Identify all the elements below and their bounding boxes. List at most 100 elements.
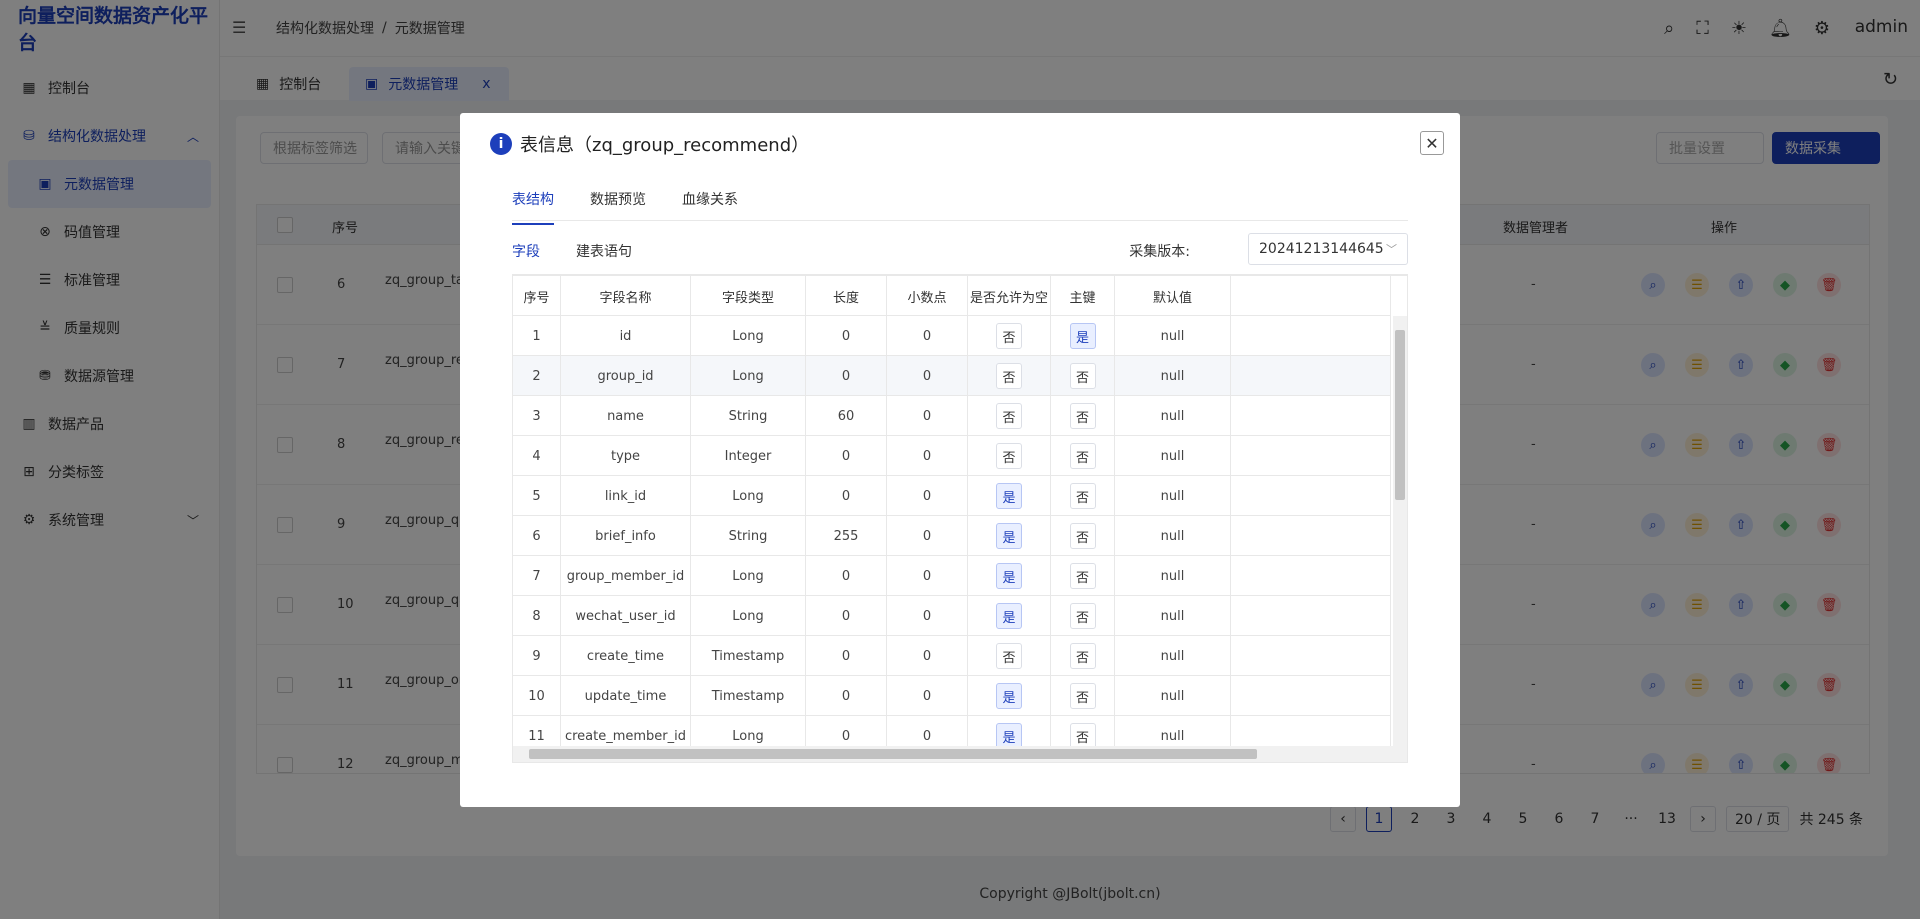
cell-decimal: 0 (887, 316, 968, 356)
cell-primary-key: 否 (1051, 636, 1115, 676)
cell-primary-key: 否 (1051, 556, 1115, 596)
cell-primary-key: 否 (1051, 476, 1115, 516)
cell-field-name: link_id (561, 476, 691, 516)
cell-field-type: String (691, 516, 806, 556)
nullable-badge: 否 (996, 643, 1022, 669)
cell-nullable: 是 (968, 556, 1051, 596)
table-row: 6 brief_info String 255 0 是 否 null (513, 516, 1391, 556)
cell-primary-key: 否 (1051, 396, 1115, 436)
cell-default: null (1115, 356, 1231, 396)
cell-primary-key: 否 (1051, 516, 1115, 556)
cell-field-name: wechat_user_id (561, 596, 691, 636)
column-header: 长度 (806, 276, 887, 316)
cell-field-type: Long (691, 596, 806, 636)
cell-field-type: String (691, 396, 806, 436)
subtab-ddl[interactable]: 建表语句 (576, 241, 632, 261)
cell-field-type: Timestamp (691, 676, 806, 716)
primary-key-badge: 否 (1069, 483, 1096, 509)
cell-decimal: 0 (887, 436, 968, 476)
primary-key-badge: 否 (1069, 643, 1096, 669)
tab-preview[interactable]: 数据预览 (590, 189, 646, 209)
cell-index: 5 (513, 476, 561, 516)
cell-field-type: Long (691, 556, 806, 596)
nullable-badge: 否 (996, 323, 1022, 349)
dialog-title-text: 表信息（zq_group_recommend） (520, 135, 810, 156)
tab-lineage[interactable]: 血缘关系 (682, 189, 738, 209)
cell-primary-key: 否 (1051, 436, 1115, 476)
cell-length: 0 (806, 356, 887, 396)
nullable-badge: 是 (996, 603, 1022, 629)
column-header: 字段名称 (561, 276, 691, 316)
primary-key-badge: 否 (1069, 563, 1096, 589)
primary-key-badge: 否 (1069, 683, 1096, 709)
cell-decimal: 0 (887, 516, 968, 556)
table-row: 1 id Long 0 0 否是 null (513, 316, 1391, 356)
dialog-title: i 表信息（zq_group_recommend） (490, 131, 809, 157)
chevron-down-icon: ﹀ (1386, 243, 1397, 256)
cell-index: 2 (513, 356, 561, 396)
dialog-tabs: 表结构 数据预览 血缘关系 (512, 175, 1408, 225)
cell-length: 0 (806, 476, 887, 516)
primary-key-badge: 否 (1069, 403, 1096, 429)
table-info-dialog: i 表信息（zq_group_recommend） ✕ 表结构 数据预览 血缘关系… (460, 113, 1460, 807)
horizontal-scrollbar[interactable] (513, 746, 1407, 762)
cell-field-name: group_id (561, 356, 691, 396)
column-header: 字段类型 (691, 276, 806, 316)
nullable-badge: 是 (996, 523, 1022, 549)
cell-length: 0 (806, 316, 887, 356)
cell-field-name: create_time (561, 636, 691, 676)
cell-default: null (1115, 676, 1231, 716)
cell-primary-key: 否 (1051, 356, 1115, 396)
table-row: 8 wechat_user_id Long 0 0 是否 null (513, 596, 1391, 636)
tab-structure[interactable]: 表结构 (512, 189, 554, 225)
cell-length: 0 (806, 556, 887, 596)
close-icon[interactable]: ✕ (1420, 131, 1444, 155)
cell-index: 4 (513, 436, 561, 476)
column-header: 序号 (513, 276, 561, 316)
cell-index: 9 (513, 636, 561, 676)
cell-decimal: 0 (887, 476, 968, 516)
cell-nullable: 是 (968, 476, 1051, 516)
vertical-scrollbar[interactable] (1393, 316, 1407, 748)
version-select[interactable]: 20241213144645 ﹀ (1248, 233, 1408, 265)
cell-index: 6 (513, 516, 561, 556)
table-row: 5 link_id Long 0 0 是否 null (513, 476, 1391, 516)
field-table-header: 序号 字段名称 字段类型 长度 小数点 是否允许为空 主键 默认值 (513, 276, 1391, 316)
cell-primary-key: 否 (1051, 596, 1115, 636)
version-value: 20241213144645 (1259, 241, 1384, 257)
table-row: 10 update_time Timestamp 0 0 是否 null (513, 676, 1391, 716)
cell-nullable: 否 (968, 636, 1051, 676)
cell-empty (1231, 556, 1391, 596)
column-header (1231, 276, 1391, 316)
cell-empty (1231, 396, 1391, 436)
cell-empty (1231, 676, 1391, 716)
cell-decimal: 0 (887, 356, 968, 396)
cell-default: null (1115, 556, 1231, 596)
table-row: 9 create_time Timestamp 0 0 否否 null (513, 636, 1391, 676)
primary-key-badge: 否 (1069, 603, 1096, 629)
cell-length: 60 (806, 396, 887, 436)
subtab-fields[interactable]: 字段 (512, 241, 540, 277)
scroll-thumb[interactable] (1395, 330, 1405, 500)
cell-empty (1231, 516, 1391, 556)
cell-decimal: 0 (887, 596, 968, 636)
table-row: 7 group_member_id Long 0 0 是否 null (513, 556, 1391, 596)
cell-length: 0 (806, 676, 887, 716)
cell-default: null (1115, 436, 1231, 476)
cell-nullable: 否 (968, 396, 1051, 436)
cell-nullable: 是 (968, 676, 1051, 716)
nullable-badge: 否 (996, 363, 1022, 389)
nullable-badge: 是 (996, 683, 1022, 709)
cell-default: null (1115, 316, 1231, 356)
primary-key-badge: 否 (1069, 523, 1096, 549)
nullable-badge: 是 (996, 563, 1022, 589)
scroll-thumb[interactable] (529, 749, 1257, 759)
cell-empty (1231, 636, 1391, 676)
cell-nullable: 是 (968, 516, 1051, 556)
table-row: 4 type Integer 0 0 否否 null (513, 436, 1391, 476)
field-table: 序号 字段名称 字段类型 长度 小数点 是否允许为空 主键 默认值 1 id Long 0 0 否是 nu… (512, 275, 1408, 763)
column-header: 主键 (1051, 276, 1115, 316)
dialog-subtabs: 字段 建表语句 采集版本: 20241213144645 ﹀ (512, 223, 1408, 277)
cell-empty (1231, 596, 1391, 636)
cell-index: 1 (513, 316, 561, 356)
